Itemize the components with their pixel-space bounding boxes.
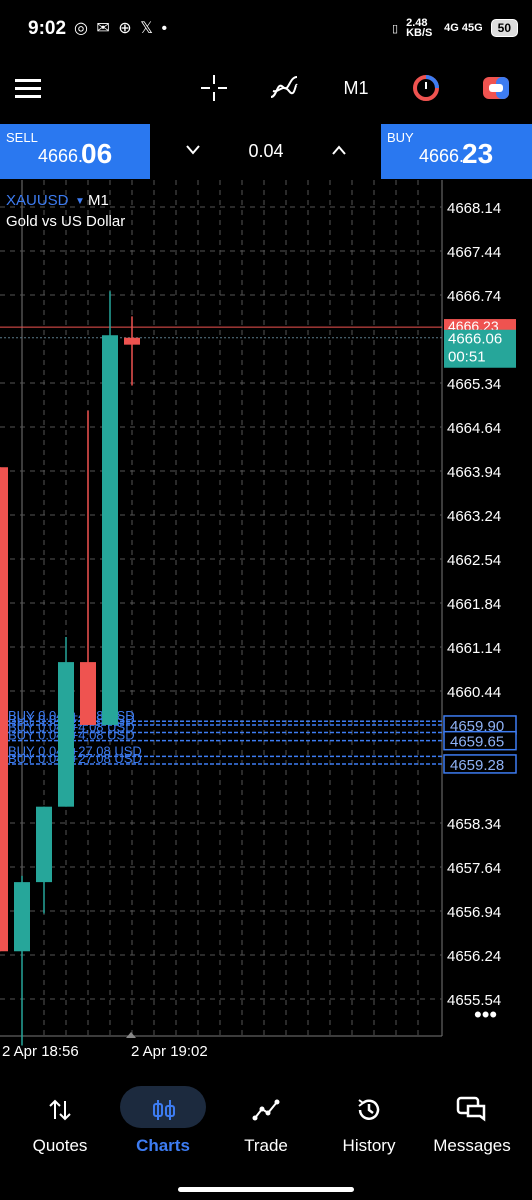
crosshair-icon xyxy=(201,75,227,101)
candle-body xyxy=(102,335,118,725)
tab-history[interactable]: History xyxy=(317,1080,421,1170)
candle-body xyxy=(36,806,52,883)
current-time-marker xyxy=(126,1032,136,1038)
chart-timeframe: M1 xyxy=(88,192,109,209)
price-axis-label: 4666.74 xyxy=(447,288,501,305)
price-axis-label: 4658.34 xyxy=(447,816,501,833)
sell-button[interactable]: SELL 4666. 06 xyxy=(0,124,150,179)
net-speed: 2.48 KB/S xyxy=(406,17,433,39)
candle-body xyxy=(80,662,96,725)
symbol-dropdown-icon[interactable]: ▼ xyxy=(75,196,85,207)
hamburger-icon xyxy=(15,79,41,98)
tab-charts-label: Charts xyxy=(136,1136,190,1155)
price-axis-label: 4667.44 xyxy=(447,244,501,261)
trade-toggle-button[interactable] xyxy=(478,62,514,114)
buy-label: BUY xyxy=(387,130,414,145)
buy-button[interactable]: BUY 4666. 23 xyxy=(381,124,532,179)
position-price-tag-text: 4659.28 xyxy=(450,757,504,774)
signal-indicator: 4G 45G xyxy=(444,22,483,34)
tab-trade[interactable]: Trade xyxy=(214,1080,318,1170)
indicator-icon xyxy=(270,76,298,98)
tab-history-label: History xyxy=(342,1136,396,1155)
battery-indicator: 50 xyxy=(490,19,518,37)
price-axis-label: 4656.24 xyxy=(447,948,501,965)
crosshair-button[interactable] xyxy=(196,62,232,114)
sell-price-digits: 06 xyxy=(81,138,113,169)
price-axis-label: 4663.24 xyxy=(447,508,501,525)
tab-charts[interactable]: Charts xyxy=(111,1080,215,1170)
charts-icon xyxy=(153,1100,175,1120)
timeframe-button[interactable]: M1 xyxy=(336,62,376,114)
candle-body xyxy=(124,337,140,345)
tab-quotes[interactable]: Quotes xyxy=(8,1080,112,1170)
price-axis-label: 4661.14 xyxy=(447,640,501,657)
tab-trade-label: Trade xyxy=(244,1136,288,1155)
trade-toggle-icon xyxy=(483,77,509,99)
one-click-panel: SELL 4666. 06 0.04 BUY 4666. 23 xyxy=(0,124,532,179)
bottom-navigation: Quotes Charts Trade History Messages xyxy=(0,1080,532,1200)
menu-button[interactable] xyxy=(10,62,46,114)
time-axis-label: 2 Apr 18:56 xyxy=(2,1043,79,1060)
chart-toolbar: M1 xyxy=(0,62,532,114)
home-indicator xyxy=(178,1187,354,1192)
chart-symbol: XAUUSD xyxy=(6,192,69,209)
position-price-tag-text: 4659.65 xyxy=(450,734,504,751)
chevron-up-icon[interactable] xyxy=(331,144,347,156)
tab-messages-label: Messages xyxy=(433,1136,511,1155)
price-chart[interactable]: BUY 0.04, +4.08 USDBUY 0.04, +4.08 USDBU… xyxy=(0,180,532,1085)
chart-description: Gold vs US Dollar xyxy=(6,213,125,230)
time-axis-label: 2 Apr 19:02 xyxy=(131,1043,208,1060)
price-axis-label: 4660.44 xyxy=(447,684,501,701)
vibrate-icon: ▯ xyxy=(392,22,399,35)
more-options-icon[interactable]: ••• xyxy=(474,1002,497,1027)
price-axis-label: 4656.94 xyxy=(447,904,501,921)
trade-icon xyxy=(252,1099,280,1121)
sell-price-prefix: 4666. xyxy=(38,146,84,166)
price-axis-label: 4661.84 xyxy=(447,596,501,613)
buy-price-digits: 23 xyxy=(462,138,494,169)
price-axis-label: 4668.14 xyxy=(447,200,501,217)
indicators-button[interactable] xyxy=(266,62,302,114)
one-click-trading-button[interactable] xyxy=(408,62,444,114)
candle-body xyxy=(58,662,74,807)
volume-control: 0.04 xyxy=(151,124,381,179)
candle-body xyxy=(14,882,30,952)
timer-icon xyxy=(413,75,439,101)
quotes-icon xyxy=(49,1099,71,1121)
sell-label: SELL xyxy=(6,130,38,145)
price-axis-label: 4657.64 xyxy=(447,860,501,877)
position-line-label: BUY 0.04, +27.08 USD xyxy=(8,751,142,766)
price-axis-label: 4662.54 xyxy=(447,552,501,569)
status-right: ▯ 2.48 KB/S 4G 45G 50 xyxy=(392,17,518,39)
candle-body xyxy=(0,467,8,952)
bid-price-tag-text: 4666.06 xyxy=(448,331,502,348)
bar-countdown: 00:51 xyxy=(448,349,486,366)
price-axis-label: 4665.34 xyxy=(447,376,501,393)
messages-icon xyxy=(456,1096,486,1122)
history-icon xyxy=(358,1099,380,1120)
tab-quotes-label: Quotes xyxy=(32,1136,88,1155)
chart-canvas[interactable]: BUY 0.04, +4.08 USDBUY 0.04, +4.08 USDBU… xyxy=(0,180,532,1085)
tab-messages[interactable]: Messages xyxy=(420,1080,524,1170)
buy-price-prefix: 4666. xyxy=(419,146,465,166)
price-axis-label: 4664.64 xyxy=(447,420,501,437)
price-axis-label: 4663.94 xyxy=(447,464,501,481)
notification-icons: ◎ ✉ ⊕ 𝕏 • xyxy=(74,20,170,37)
status-time: 9:02 xyxy=(28,18,67,39)
status-bar: 9:02 ◎ ✉ ⊕ 𝕏 • ▯ 2.48 KB/S 4G 45G 50 xyxy=(0,0,532,60)
